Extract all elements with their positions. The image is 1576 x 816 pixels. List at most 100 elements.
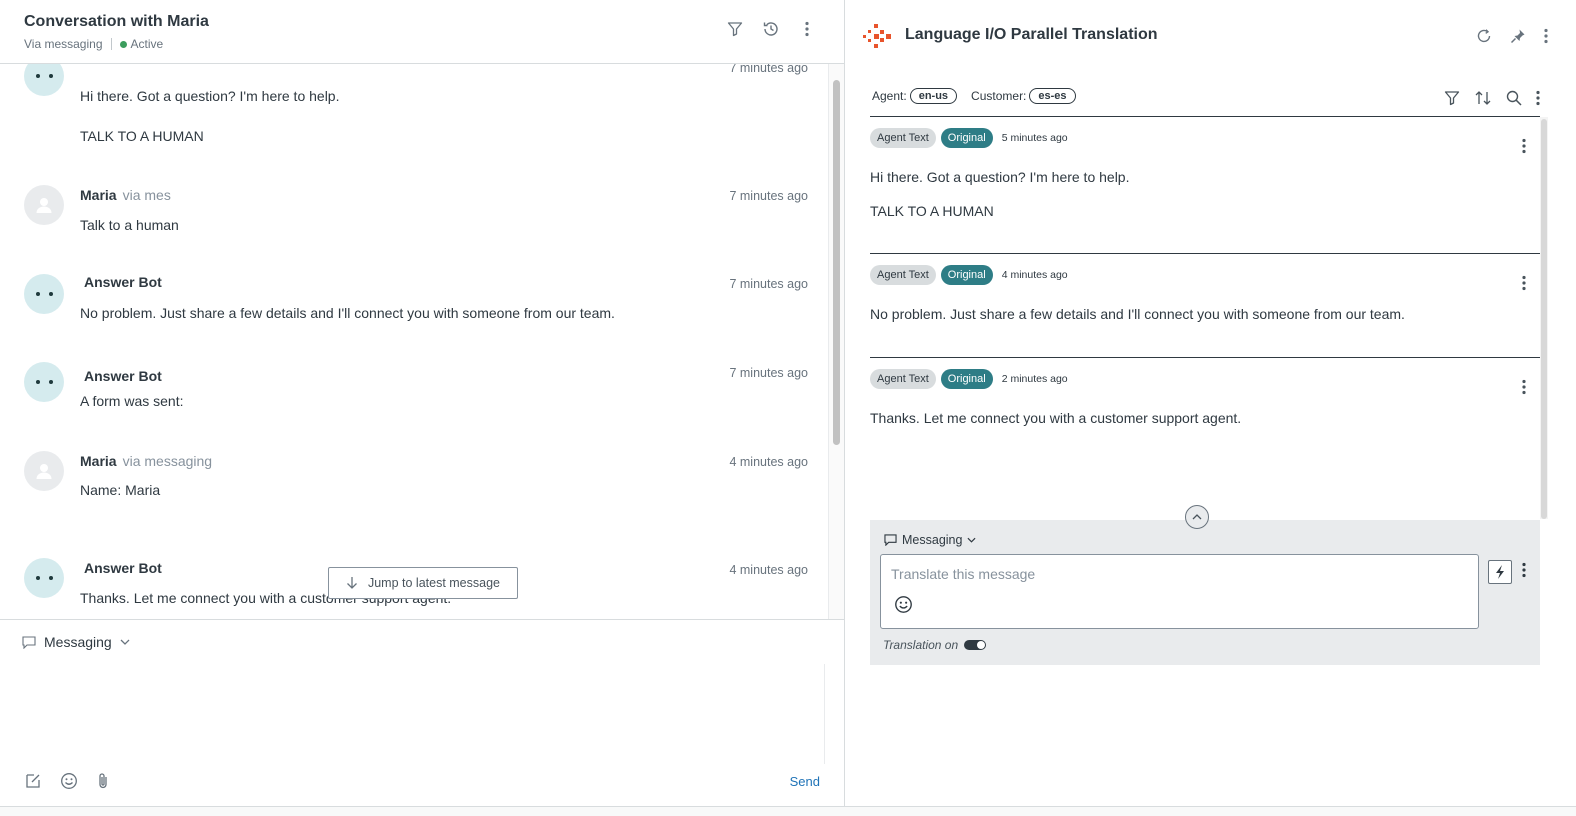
sender-name: Maria	[80, 187, 117, 203]
agent-text-badge: Agent Text	[870, 128, 936, 148]
divider	[870, 116, 1540, 117]
message-time: 7 minutes ago	[729, 64, 808, 75]
message-text: Name: Maria	[80, 482, 161, 498]
footer-bar	[0, 806, 1576, 816]
message-feed[interactable]: 7 minutes ago Hi there. Got a question? …	[0, 64, 830, 619]
message-time: 4 minutes ago	[729, 455, 808, 469]
emoji-icon[interactable]	[894, 595, 913, 614]
toggle-switch-icon[interactable]	[964, 640, 987, 650]
more-options-icon[interactable]	[1522, 562, 1526, 578]
divider	[870, 357, 1540, 358]
entry-text: TALK TO A HUMAN	[870, 203, 994, 219]
emoji-icon[interactable]	[60, 772, 78, 790]
status-badge: Active	[130, 37, 164, 51]
conversation-subtitle: Via messaging Active	[24, 37, 163, 51]
more-options-icon[interactable]	[798, 20, 816, 38]
app-header-actions	[1476, 28, 1548, 44]
entry-time: 2 minutes ago	[1001, 373, 1068, 385]
attachment-icon[interactable]	[96, 772, 110, 790]
divider	[110, 38, 112, 50]
feed-scrollbar[interactable]	[828, 64, 844, 619]
message-sender: Maria via messaging	[80, 453, 212, 469]
sender-name: Answer Bot	[84, 560, 162, 576]
original-badge: Original	[940, 265, 993, 285]
channel-label: Messaging	[902, 533, 963, 547]
filter-icon[interactable]	[726, 20, 744, 38]
divider	[870, 253, 1540, 254]
jump-to-latest-button[interactable]: Jump to latest message	[328, 567, 518, 599]
entries-scrollbar[interactable]	[1540, 117, 1548, 519]
pin-icon[interactable]	[1510, 28, 1526, 44]
message-text: TALK TO A HUMAN	[80, 128, 204, 144]
user-icon	[36, 464, 52, 479]
bot-avatar	[24, 64, 64, 96]
user-icon	[36, 198, 52, 213]
translation-status: Translation on	[883, 638, 959, 652]
sender-channel: via messaging	[122, 453, 213, 469]
conversation-header: Conversation with Maria Via messaging Ac…	[0, 0, 844, 64]
collapse-composer-button[interactable]	[1185, 505, 1209, 529]
refresh-icon[interactable]	[1476, 28, 1492, 44]
channel-label: Messaging	[44, 634, 112, 650]
sender-name: Maria	[80, 453, 117, 469]
filter-icon[interactable]	[1444, 90, 1460, 106]
more-options-icon[interactable]	[1536, 90, 1540, 106]
message-text: Hi there. Got a question? I'm here to he…	[80, 88, 340, 104]
bot-avatar	[24, 274, 64, 314]
app-root: Conversation with Maria Via messaging Ac…	[0, 0, 1576, 816]
entry-badges: Agent Text Original 5 minutes ago	[870, 128, 1068, 148]
composer-tools	[24, 772, 110, 790]
more-options-icon[interactable]	[1522, 379, 1526, 395]
header-actions	[726, 20, 816, 38]
agent-language-pill[interactable]: en-us	[909, 88, 958, 104]
agent-text-badge: Agent Text	[870, 369, 936, 389]
compose-icon[interactable]	[24, 772, 42, 790]
translate-message-input[interactable]: Translate this message	[880, 554, 1479, 629]
sender-name: Answer Bot	[84, 368, 162, 384]
message-text: A form was sent:	[80, 393, 184, 409]
sender-channel: via mes	[122, 187, 171, 203]
avatar	[24, 185, 64, 225]
scrollbar-thumb[interactable]	[833, 80, 840, 445]
send-button[interactable]: Send	[790, 774, 820, 789]
channel-selector[interactable]: Messaging	[884, 533, 976, 547]
entry-badges: Agent Text Original 2 minutes ago	[870, 369, 1068, 389]
language-io-logo	[863, 24, 891, 48]
app-title: Language I/O Parallel Translation	[905, 26, 1158, 43]
language-row: Agent: en-us Customer: es-es	[872, 88, 1090, 104]
status-dot-icon	[119, 40, 127, 48]
scrollbar-thumb[interactable]	[1541, 119, 1547, 519]
entry-badges: Agent Text Original 4 minutes ago	[870, 265, 1068, 285]
agent-text-badge: Agent Text	[870, 265, 936, 285]
translation-toggle[interactable]: Translation on	[883, 638, 987, 652]
message-time: 7 minutes ago	[729, 277, 808, 291]
chat-bubble-icon	[22, 635, 36, 649]
message-time: 7 minutes ago	[729, 189, 808, 203]
quick-translate-button[interactable]	[1488, 560, 1512, 584]
more-options-icon[interactable]	[1544, 28, 1548, 44]
more-options-icon[interactable]	[1522, 138, 1526, 154]
chevron-up-icon	[1192, 514, 1202, 520]
composer-scrollbar	[824, 664, 825, 764]
original-badge: Original	[940, 369, 993, 389]
sort-icon[interactable]	[1474, 90, 1492, 106]
composer: Messaging Send	[0, 619, 844, 816]
more-options-icon[interactable]	[1522, 275, 1526, 291]
arrow-down-icon	[347, 577, 357, 589]
search-icon[interactable]	[1506, 90, 1522, 106]
translation-app-pane: Language I/O Parallel Translation Agent:…	[846, 0, 1576, 806]
input-placeholder: Translate this message	[891, 566, 1036, 582]
message-time: 4 minutes ago	[729, 563, 808, 577]
conversation-pane: Conversation with Maria Via messaging Ac…	[0, 0, 845, 816]
history-icon[interactable]	[762, 20, 780, 38]
agent-label: Agent:	[872, 89, 907, 103]
entry-time: 4 minutes ago	[1001, 269, 1068, 281]
original-badge: Original	[940, 128, 993, 148]
message-text: Talk to a human	[80, 217, 179, 233]
bot-avatar	[24, 362, 64, 402]
customer-language-pill[interactable]: es-es	[1029, 88, 1076, 104]
conversation-title: Conversation with Maria	[24, 13, 209, 30]
lightning-icon	[1496, 565, 1504, 579]
channel-selector[interactable]: Messaging	[22, 634, 130, 650]
message-time: 7 minutes ago	[729, 366, 808, 380]
